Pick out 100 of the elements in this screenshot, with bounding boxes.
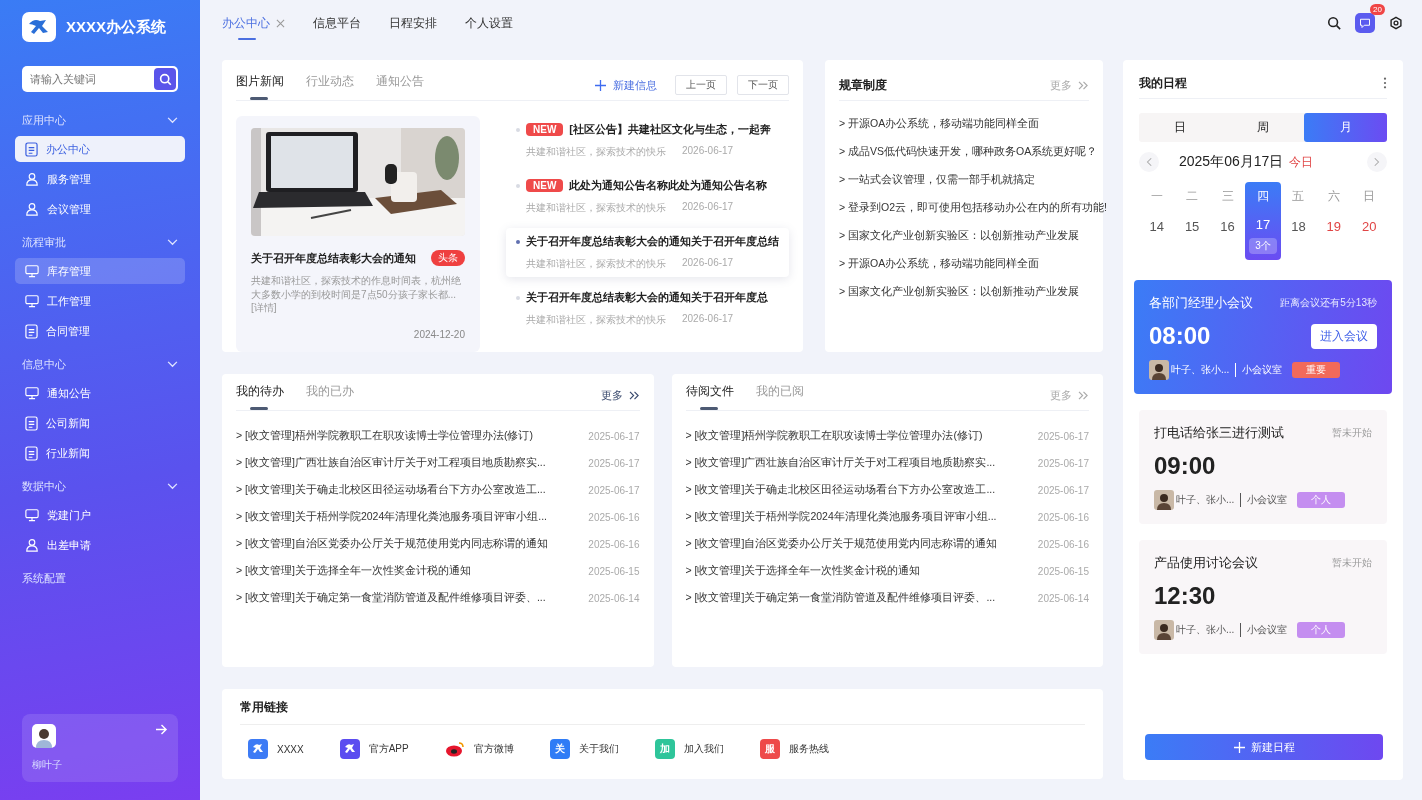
rule-link[interactable]: > 国家文化产业创新实验区：以创新推动产业发展 xyxy=(839,285,1103,299)
menu-item[interactable]: 通知公告 xyxy=(15,380,185,406)
chevron-icon[interactable] xyxy=(167,238,178,246)
news-item[interactable]: 关于召开年度总结表彰大会的通知关于召开年度总 共建和谐社区，探索技术的快乐 2026-06-17 xyxy=(506,284,789,333)
day-number[interactable]: 14 xyxy=(1149,219,1164,234)
quick-link[interactable]: 加 加入我们 xyxy=(654,739,724,759)
news-tab[interactable]: 图片新闻 xyxy=(236,73,284,100)
task-link[interactable]: > [收文管理]关于梧州学院2024年清理化粪池服务项目评审小组... xyxy=(236,510,547,524)
news-title[interactable]: 此处为通知公告名称此处为通知公告名称 xyxy=(569,178,768,193)
day-number[interactable]: 20 xyxy=(1362,219,1377,234)
new-schedule-button[interactable]: 新建日程 xyxy=(1145,734,1383,760)
news-title[interactable]: 关于召开年度总结表彰大会的通知关于召开年度总结 xyxy=(526,234,779,249)
more-icon[interactable] xyxy=(1383,77,1387,89)
menu-item[interactable]: 工作管理 xyxy=(15,288,185,314)
menu-item[interactable]: 公司新闻 xyxy=(15,410,185,436)
day-number[interactable]: 15 xyxy=(1184,219,1200,234)
view-tab[interactable]: 日 xyxy=(1139,113,1222,142)
arrow-right-icon[interactable] xyxy=(155,724,168,735)
weekday-label: 三 xyxy=(1221,188,1234,205)
day-number[interactable]: 18 xyxy=(1291,219,1306,234)
featured-news-card[interactable]: 关于召开年度总结表彰大会的通知 头条 共建和谐社区，探索技术的作息时间表，杭州绝大多数小学的到校时间是7点50分孩子家长都...[详情] 2024-12-20 xyxy=(236,116,480,352)
nav-tab[interactable]: 个人设置 xyxy=(465,10,513,36)
menu-group-label[interactable]: 信息中心 xyxy=(22,356,66,372)
task-link[interactable]: > [收文管理]关于确走北校区田径运动场看台下方办公室改造工... xyxy=(236,483,546,497)
task-link[interactable]: > [收文管理]关于梧州学院2024年清理化粪池服务项目评审小组... xyxy=(685,510,997,524)
day-number[interactable]: 19 xyxy=(1326,219,1342,234)
search-field[interactable]: 请输入关键词 xyxy=(22,66,178,92)
quick-link[interactable]: 官方APP xyxy=(339,739,409,759)
quick-link[interactable]: 服 服务热线 xyxy=(759,739,829,759)
event-count: 3个 xyxy=(1249,238,1277,254)
nav-tab[interactable]: 办公中心 xyxy=(222,10,285,36)
news-title[interactable]: 关于召开年度总结表彰大会的通知关于召开年度总 xyxy=(526,290,768,305)
search-button[interactable] xyxy=(154,68,176,90)
task-link[interactable]: > [收文管理]自治区党委办公厅关于规范使用党内同志称谓的通知 xyxy=(236,537,548,551)
day-number[interactable]: 16 xyxy=(1220,219,1235,234)
news-item[interactable]: NEW [社区公告】共建社区文化与生态，一起奔 共建和谐社区，探索技术的快乐 2026-06-17 xyxy=(506,116,789,165)
news-item[interactable]: 关于召开年度总结表彰大会的通知关于召开年度总结 共建和谐社区，探索技术的快乐 2026-06-17 xyxy=(506,228,789,277)
menu-item[interactable]: 服务管理 xyxy=(15,166,185,192)
menu-item[interactable]: 合同管理 xyxy=(15,318,185,344)
task-link[interactable]: > [收文管理]关于确走北校区田径运动场看台下方办公室改造工... xyxy=(685,483,996,497)
menu-group-label[interactable]: 系统配置 xyxy=(22,570,66,586)
menu-group-label[interactable]: 流程审批 xyxy=(22,234,66,250)
today-link[interactable]: 今日 xyxy=(1289,153,1314,171)
event-card[interactable]: 打电话给张三进行测试 暂未开始 09:00 叶子、张小... 小会议室 个人 xyxy=(1139,410,1387,524)
view-tab[interactable]: 月 xyxy=(1304,113,1387,142)
search-input[interactable]: 请输入关键词 xyxy=(28,72,154,86)
rule-link[interactable]: > 开源OA办公系统，移动端功能同样全面 xyxy=(839,257,1103,271)
message-button[interactable] xyxy=(1355,13,1375,33)
chevron-icon[interactable] xyxy=(167,482,178,490)
selected-day[interactable]: 四 17 3个 xyxy=(1245,182,1281,260)
quick-link[interactable]: 关 关于我们 xyxy=(549,739,619,759)
task-link[interactable]: > [收文管理]广西壮族自治区审计厅关于对工程项目地质勘察实... xyxy=(236,456,546,470)
menu-item[interactable]: 行业新闻 xyxy=(15,440,185,466)
user-card[interactable]: 柳叶子 xyxy=(22,714,178,782)
task-link[interactable]: > [收文管理]梧州学院教职工在职攻读博士学位管理办法(修订) xyxy=(685,429,983,443)
next-page-button[interactable]: 下一页 xyxy=(737,75,789,95)
more-link[interactable]: 更多 xyxy=(600,387,640,403)
quick-link[interactable]: XXXX xyxy=(248,739,304,759)
menu-group-label[interactable]: 数据中心 xyxy=(22,478,66,494)
quick-link[interactable]: 官方微博 xyxy=(444,739,514,759)
day-number[interactable]: 17 xyxy=(1255,217,1271,232)
settings-icon[interactable] xyxy=(1389,16,1403,30)
task-link[interactable]: > [收文管理]梧州学院教职工在职攻读博士学位管理办法(修订) xyxy=(236,429,533,443)
search-icon[interactable] xyxy=(1327,16,1341,30)
task-tab[interactable]: 我的待办 xyxy=(236,383,284,410)
prev-page-button[interactable]: 上一页 xyxy=(675,75,727,95)
rule-link[interactable]: > 开源OA办公系统，移动端功能同样全面 xyxy=(839,117,1103,131)
task-link[interactable]: > [收文管理]关于确定第一食堂消防管道及配件维修项目评委、... xyxy=(685,591,996,605)
event-card[interactable]: 各部门经理小会议 距离会议还有5分13秒 08:00 进入会议 叶子、张小... 小会议室 重要 xyxy=(1134,280,1392,394)
new-info-button[interactable]: 新建信息 xyxy=(595,77,657,93)
featured-news-title[interactable]: 关于召开年度总结表彰大会的通知 xyxy=(251,250,416,266)
notification-badge: 20 xyxy=(1370,4,1385,15)
link-icon: 关 xyxy=(549,739,570,759)
menu-group-label[interactable]: 应用中心 xyxy=(22,112,66,128)
card-title: 我的日程 xyxy=(1139,74,1187,92)
menu-item[interactable]: 办公中心 xyxy=(15,136,185,162)
event-card[interactable]: 产品使用讨论会议 暂未开始 12:30 叶子、张小... 小会议室 个人 xyxy=(1139,540,1387,654)
chat-icon xyxy=(1359,17,1371,29)
news-item[interactable]: NEW 此处为通知公告名称此处为通知公告名称 共建和谐社区，探索技术的快乐 2026-06-17 xyxy=(506,172,789,221)
view-tab[interactable]: 周 xyxy=(1221,113,1305,142)
task-link[interactable]: > [收文管理]广西壮族自治区审计厅关于对工程项目地质勘察实... xyxy=(685,456,996,470)
menu-item[interactable]: 党建门户 xyxy=(15,502,185,528)
task-link[interactable]: > [收文管理]关于选择全年一次性奖金计税的通知 xyxy=(685,564,921,578)
nav-tab[interactable]: 日程安排 xyxy=(389,10,437,36)
task-link[interactable]: > [收文管理]关于选择全年一次性奖金计税的通知 xyxy=(236,564,471,578)
task-link[interactable]: > [收文管理]自治区党委办公厅关于规范使用党内同志称谓的通知 xyxy=(685,537,998,551)
rule-link[interactable]: > 国家文化产业创新实验区：以创新推动产业发展 xyxy=(839,229,1103,243)
nav-tab[interactable]: 信息平台 xyxy=(313,10,361,36)
chevron-icon[interactable] xyxy=(167,360,178,368)
menu-item[interactable]: 会议管理 xyxy=(15,196,185,222)
join-meeting-button[interactable]: 进入会议 xyxy=(1311,323,1377,349)
chevron-icon[interactable] xyxy=(167,116,178,124)
menu-item[interactable]: 出差申请 xyxy=(15,532,185,558)
rule-link[interactable]: > 一站式会议管理，仅需一部手机就搞定 xyxy=(839,173,1103,187)
rule-link[interactable]: > 成品VS低代码快速开发，哪种政务OA系统更好呢？ xyxy=(839,145,1103,159)
task-tab[interactable]: 待阅文件 xyxy=(685,383,734,410)
new-tag: NEW xyxy=(526,123,564,136)
close-icon[interactable] xyxy=(276,18,285,28)
news-title[interactable]: [社区公告】共建社区文化与生态，一起奔 xyxy=(569,122,771,137)
task-link[interactable]: > [收文管理]关于确定第一食堂消防管道及配件维修项目评委、... xyxy=(236,591,546,605)
